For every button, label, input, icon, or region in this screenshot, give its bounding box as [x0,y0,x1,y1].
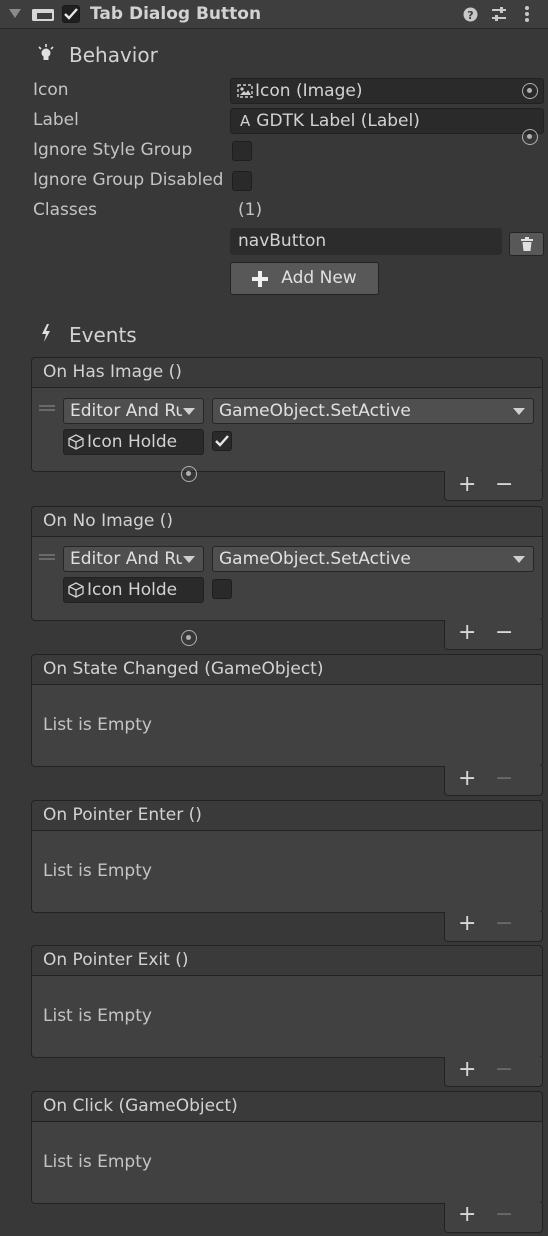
runtime-dropdown[interactable]: Editor And Ru [63,398,204,424]
remove-listener-button[interactable]: − [495,622,513,644]
label-object-value: GDTK Label (Label) [256,110,420,131]
image-component-icon [237,84,253,98]
ignore-group-disabled-checkbox[interactable] [232,171,252,191]
set-active-checkbox[interactable] [212,431,232,451]
runtime-value: Editor And Ru [70,402,182,420]
gameobject-cube-icon [68,582,84,598]
event-header-on-click: On Click (GameObject) [31,1091,543,1122]
function-dropdown[interactable]: GameObject.SetActive [212,546,534,572]
ignore-style-group-label: Ignore Style Group [33,140,193,160]
add-listener-button[interactable]: + [458,474,476,496]
runtime-dropdown[interactable]: Editor And Ru [63,546,204,572]
class-item-value: navButton [238,231,327,251]
svg-text:?: ? [467,9,473,22]
object-picker-icon[interactable] [181,630,197,646]
add-listener-button[interactable]: + [458,1204,476,1226]
help-icon[interactable]: ? [463,7,478,22]
event-header-on-has-image: On Has Image () [31,357,543,388]
plus-icon [252,270,269,287]
list-empty-text: List is Empty [43,861,152,881]
event-header-on-pointer-enter: On Pointer Enter () [31,800,543,831]
target-value: Icon Holde [87,433,178,451]
trash-icon [520,237,533,251]
label-object-field[interactable]: A GDTK Label (Label) [230,108,544,134]
behavior-section-title: Behavior [69,43,158,67]
drag-handle-icon[interactable] [39,554,55,560]
remove-listener-button[interactable]: − [495,913,513,935]
function-dropdown[interactable]: GameObject.SetActive [212,398,534,424]
lightbulb-icon [38,44,54,60]
event-name: On No Image () [43,511,173,531]
event-header-on-pointer-exit: On Pointer Exit () [31,945,543,976]
list-empty-text: List is Empty [43,715,152,735]
event-name: On Has Image () [43,362,182,382]
text-component-icon: A [240,111,251,130]
event-header-on-state-changed: On State Changed (GameObject) [31,654,543,685]
checkmark-icon [64,8,78,20]
remove-listener-button[interactable]: − [495,1059,513,1081]
runtime-value: Editor And Ru [70,550,182,568]
drag-handle-icon[interactable] [39,405,55,411]
presets-icon[interactable] [491,6,507,22]
component-title: Tab Dialog Button [90,4,262,24]
add-listener-button[interactable]: + [458,913,476,935]
target-value: Icon Holde [87,581,178,599]
set-active-checkbox[interactable] [212,579,232,599]
class-item-field[interactable]: navButton [230,228,502,255]
add-listener-button[interactable]: + [458,622,476,644]
label-property-label: Label [33,110,79,130]
ignore-style-group-checkbox[interactable] [232,141,252,161]
icon-property-label: Icon [33,80,69,100]
icon-object-value: Icon (Image) [255,80,363,101]
event-name: On Pointer Exit () [43,950,189,970]
function-value: GameObject.SetActive [219,548,411,569]
add-listener-button[interactable]: + [458,768,476,790]
dropdown-arrow-icon [513,556,525,563]
function-value: GameObject.SetActive [219,400,411,421]
gameobject-cube-icon [68,434,84,450]
target-object-field[interactable]: Icon Holde [63,577,204,603]
event-header-on-no-image: On No Image () [31,506,543,537]
event-name: On Click (GameObject) [43,1096,238,1116]
foldout-arrow-icon[interactable] [9,9,21,19]
ignore-group-disabled-label: Ignore Group Disabled [33,170,224,190]
kebab-menu-icon[interactable] [524,5,530,23]
add-new-label: Add New [281,268,357,288]
dropdown-arrow-icon [183,408,195,415]
component-icon [32,9,54,21]
checkmark-icon [215,435,229,447]
list-empty-text: List is Empty [43,1152,152,1172]
event-name: On Pointer Enter () [43,805,202,825]
add-new-class-button[interactable]: Add New [230,262,379,295]
object-picker-icon[interactable] [522,129,538,145]
event-name: On State Changed (GameObject) [43,659,324,679]
add-listener-button[interactable]: + [458,1059,476,1081]
list-empty-text: List is Empty [43,1006,152,1026]
target-object-field[interactable]: Icon Holde [63,429,204,455]
delete-class-button[interactable] [509,232,544,256]
component-enabled-checkbox[interactable] [62,5,80,23]
icon-object-field[interactable]: Icon (Image) [230,78,544,104]
dropdown-arrow-icon [183,556,195,563]
remove-listener-button[interactable]: − [495,768,513,790]
classes-count: (1) [238,200,263,220]
remove-listener-button[interactable]: − [495,1204,513,1226]
classes-label: Classes [33,200,98,220]
object-picker-icon[interactable] [181,466,197,482]
dropdown-arrow-icon [513,408,525,415]
events-section-title: Events [69,323,137,347]
remove-listener-button[interactable]: − [495,474,513,496]
lightning-icon [42,324,50,342]
object-picker-icon[interactable] [522,83,538,99]
